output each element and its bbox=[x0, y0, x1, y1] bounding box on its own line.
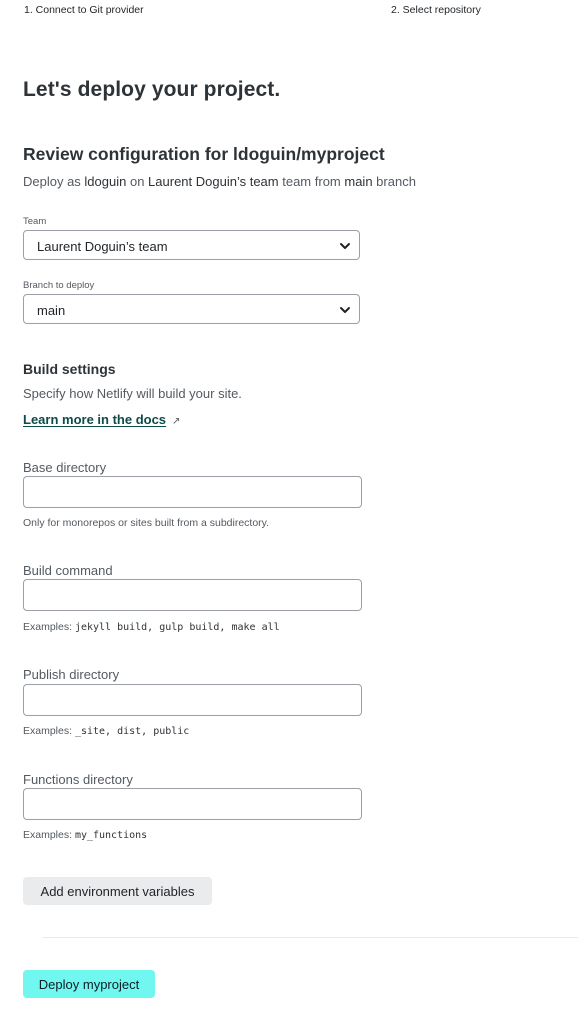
summary-on: on bbox=[126, 174, 149, 189]
docs-link[interactable]: Learn more in the docs ↗ bbox=[23, 412, 180, 427]
build-command-input[interactable] bbox=[23, 579, 362, 611]
summary-team-word: team from bbox=[278, 174, 345, 189]
stepper: 1. Connect to Git provider 2. Select rep… bbox=[0, 4, 578, 18]
base-directory-input[interactable] bbox=[23, 476, 362, 508]
chevron-down-icon bbox=[340, 307, 350, 313]
deploy-summary: Deploy as ldoguin on Laurent Doguin’s te… bbox=[23, 174, 416, 189]
docs-link-label: Learn more in the docs bbox=[23, 412, 167, 427]
chevron-down-icon bbox=[340, 243, 350, 249]
summary-branch: main bbox=[344, 174, 373, 189]
divider bbox=[42, 937, 578, 938]
build-command-help-prefix: Examples: bbox=[23, 621, 75, 633]
functions-directory-input[interactable] bbox=[23, 788, 362, 820]
deploy-button[interactable]: Deploy myproject bbox=[23, 970, 155, 998]
build-command-examples: jekyll build, gulp build, make all bbox=[74, 622, 280, 633]
team-select[interactable]: Laurent Doguin’s team bbox=[23, 230, 360, 260]
branch-label: Branch to deploy bbox=[23, 280, 95, 291]
branch-select-value: main bbox=[37, 303, 66, 318]
publish-directory-label: Publish directory bbox=[23, 667, 120, 682]
functions-directory-examples: my_functions bbox=[74, 830, 148, 841]
functions-directory-help-prefix: Examples: bbox=[23, 829, 75, 841]
base-directory-help: Only for monorepos or sites built from a… bbox=[23, 517, 270, 529]
summary-user: ldoguin bbox=[84, 174, 127, 189]
publish-directory-examples: _site, dist, public bbox=[74, 726, 190, 737]
publish-directory-help-prefix: Examples: bbox=[23, 725, 75, 737]
team-label: Team bbox=[23, 216, 47, 227]
step-select-repository[interactable]: 2. Select repository bbox=[391, 4, 481, 16]
page-title: Let's deploy your project. bbox=[23, 78, 281, 101]
team-select-value: Laurent Doguin’s team bbox=[37, 239, 168, 254]
publish-directory-help: Examples: _site, dist, public bbox=[23, 725, 189, 737]
base-directory-label: Base directory bbox=[23, 460, 107, 475]
branch-select[interactable]: main bbox=[23, 294, 360, 324]
publish-directory-input[interactable] bbox=[23, 684, 362, 716]
build-settings-heading: Build settings bbox=[23, 361, 116, 377]
build-settings-description: Specify how Netlify will build your site… bbox=[23, 386, 242, 401]
review-config-title: Review configuration for ldoguin/myproje… bbox=[23, 144, 385, 164]
functions-directory-label: Functions directory bbox=[23, 772, 133, 787]
build-command-help: Examples: jekyll build, gulp build, make… bbox=[23, 621, 280, 633]
summary-prefix: Deploy as bbox=[23, 174, 85, 189]
build-command-label: Build command bbox=[23, 563, 113, 578]
summary-suffix: branch bbox=[372, 174, 416, 189]
step-connect-git[interactable]: 1. Connect to Git provider bbox=[24, 4, 144, 16]
external-link-icon: ↗ bbox=[172, 416, 181, 427]
add-environment-variables-button[interactable]: Add environment variables bbox=[23, 877, 212, 905]
summary-team: Laurent Doguin’s team bbox=[148, 174, 279, 189]
functions-directory-help: Examples: my_functions bbox=[23, 829, 147, 841]
